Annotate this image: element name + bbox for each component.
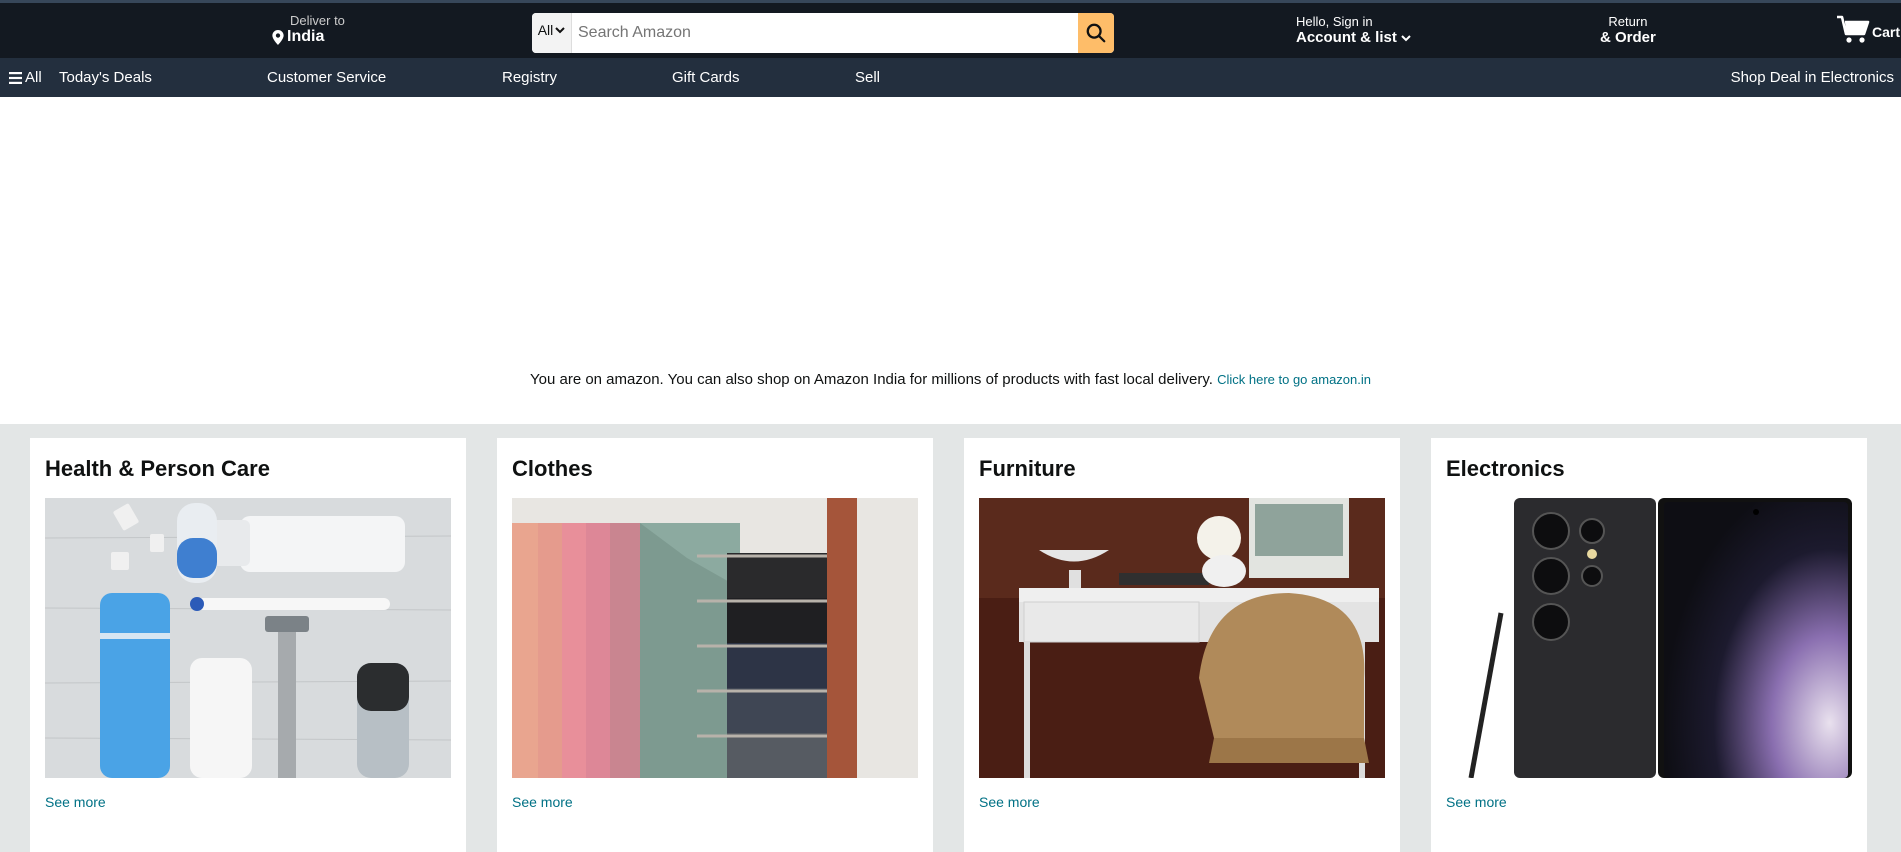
card-title: Health & Person Care (45, 456, 270, 481)
nav-todays-deals[interactable]: Today's Deals (59, 69, 152, 86)
chevron-down-icon (1401, 34, 1411, 41)
chevron-down-icon (555, 27, 565, 34)
category-card-clothes: Clothes See more (497, 438, 933, 852)
deliver-to[interactable]: Deliver to India (272, 13, 345, 46)
location-pin-icon (272, 29, 284, 45)
cart-icon (1837, 15, 1870, 43)
electronics-product-image[interactable] (1446, 498, 1852, 778)
nav-shop-deal-electronics[interactable]: Shop Deal in Electronics (1731, 69, 1894, 86)
search-bar: All (532, 13, 1114, 53)
clothes-product-image[interactable] (512, 498, 918, 778)
account-label: Account & list (1296, 29, 1397, 46)
category-card-furniture: Furniture See more (964, 438, 1400, 852)
search-icon (1086, 23, 1106, 43)
nav-bar: All Today's Deals Customer Service Regis… (0, 58, 1901, 97)
locale-notice: You are on amazon. You can also shop on … (0, 371, 1901, 388)
locale-notice-text: You are on amazon. You can also shop on … (530, 371, 1213, 388)
nav-registry[interactable]: Registry (502, 69, 557, 86)
card-see-more-link[interactable]: See more (512, 794, 573, 810)
locale-notice-link[interactable]: Click here to go amazon.in (1217, 372, 1371, 387)
nav-sell[interactable]: Sell (855, 69, 880, 86)
nav-all-menu[interactable]: All (9, 69, 42, 86)
furniture-product-image[interactable] (979, 498, 1385, 778)
category-card-electronics: Electronics See more (1431, 438, 1867, 852)
nav-all-label: All (25, 69, 42, 86)
nav-customer-service[interactable]: Customer Service (267, 69, 386, 86)
card-see-more-link[interactable]: See more (979, 794, 1040, 810)
deliver-label: Deliver to (290, 13, 345, 28)
orders-label: & Order (1600, 29, 1656, 46)
card-title: Clothes (512, 456, 593, 481)
hero-banner: You are on amazon. You can also shop on … (0, 97, 1901, 424)
cart-label: Cart (1872, 24, 1901, 40)
search-button[interactable] (1078, 13, 1114, 53)
search-input[interactable] (572, 13, 1078, 53)
search-category-label: All (537, 22, 554, 38)
card-title: Electronics (1446, 456, 1565, 481)
top-header: Deliver to India All Hello, Sign in Acco… (0, 0, 1901, 58)
account-menu[interactable]: Hello, Sign in Account & list (1296, 14, 1411, 46)
account-greeting: Hello, Sign in (1296, 14, 1373, 29)
nav-gift-cards[interactable]: Gift Cards (672, 69, 740, 86)
card-title: Furniture (979, 456, 1076, 481)
deliver-location: India (287, 28, 325, 45)
search-category-select[interactable]: All (532, 13, 572, 53)
health-product-image[interactable] (45, 498, 451, 778)
returns-label: Return (1608, 14, 1648, 29)
cart-button[interactable]: Cart (1836, 15, 1900, 45)
returns-orders[interactable]: Return & Order (1600, 14, 1656, 47)
category-card-health: Health & Person Care See more (30, 438, 466, 852)
hamburger-icon (9, 71, 22, 84)
card-see-more-link[interactable]: See more (1446, 794, 1507, 810)
card-see-more-link[interactable]: See more (45, 794, 106, 810)
